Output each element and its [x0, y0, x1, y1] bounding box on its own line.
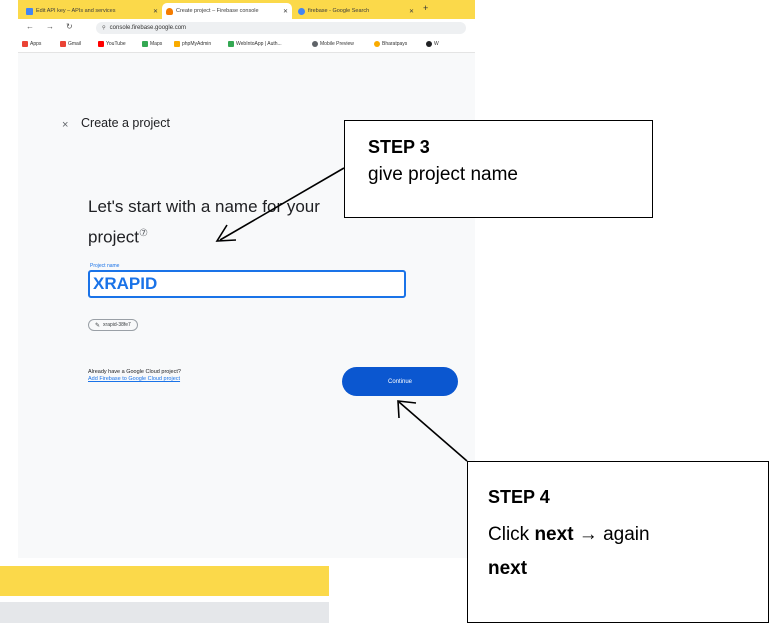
step3-arrow-line	[219, 167, 345, 241]
step4-text-cont: next	[488, 558, 528, 579]
right-arrow-icon: →	[573, 524, 604, 545]
step3-title: STEP 3	[368, 137, 430, 157]
step3-text: give project name	[368, 164, 518, 185]
step4-callout: STEP 4 Click next → again next	[467, 461, 769, 623]
step4-arrow-line	[398, 401, 468, 462]
step4-title: STEP 4	[488, 487, 550, 507]
step4-text: Click next → again	[488, 524, 650, 545]
step3-callout: STEP 3 give project name	[344, 120, 653, 218]
